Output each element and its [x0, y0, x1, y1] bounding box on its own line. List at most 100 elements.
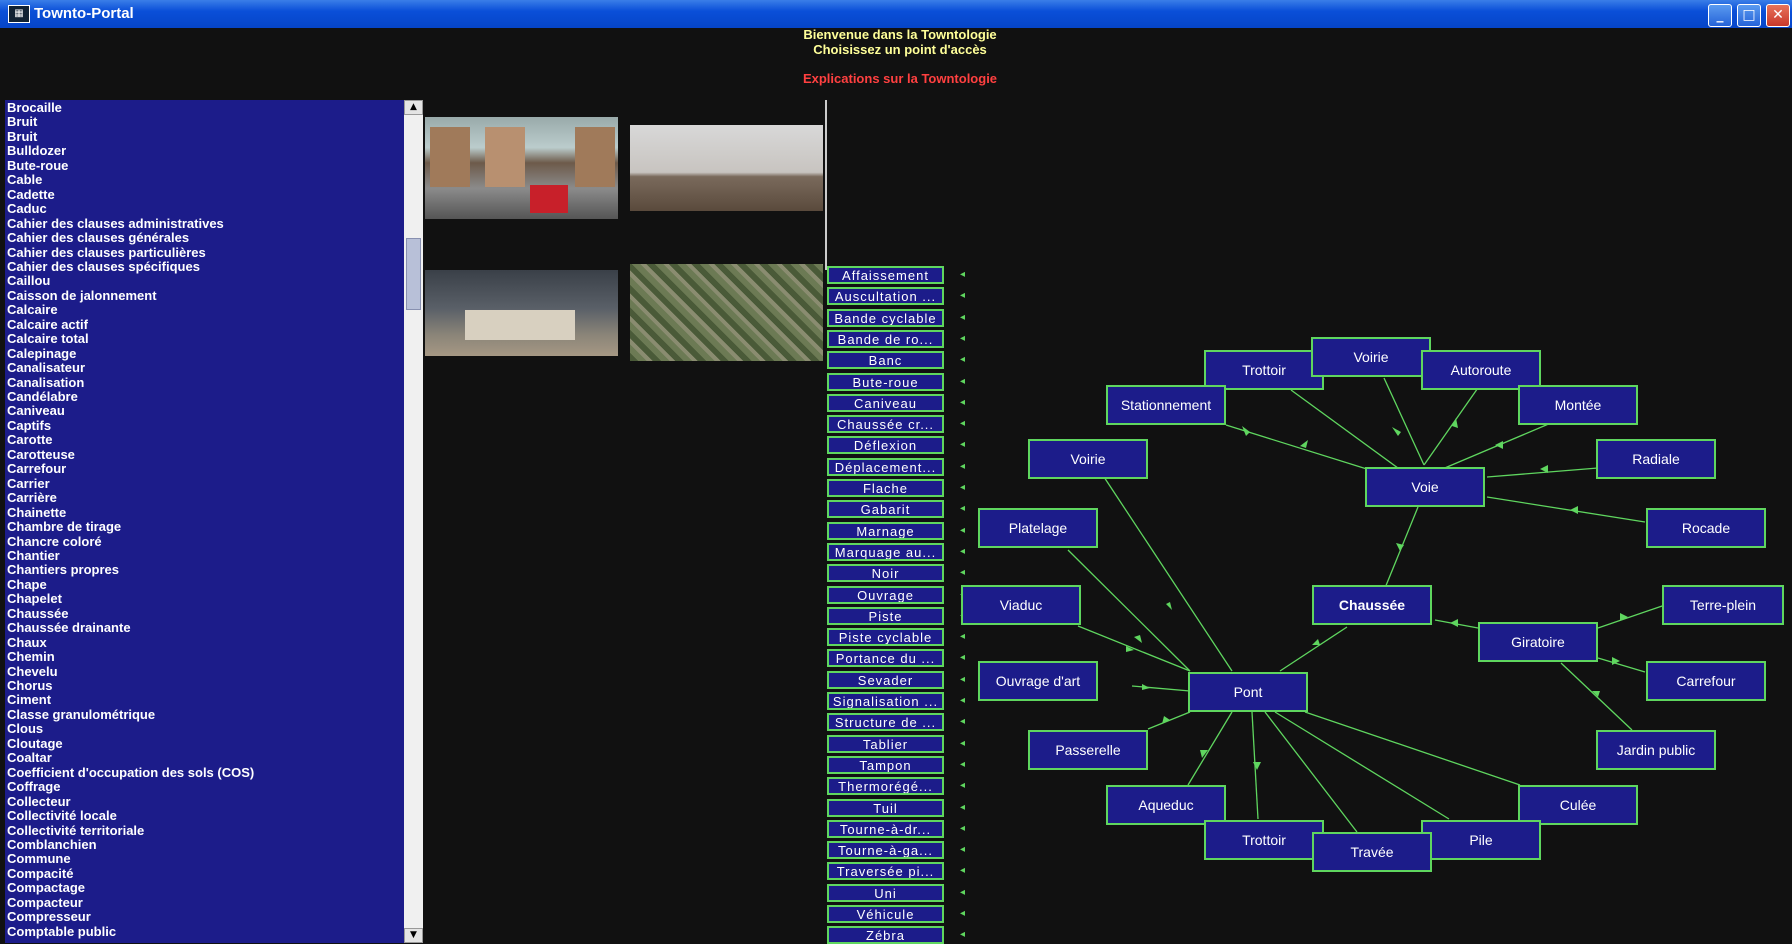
- related-term-button[interactable]: Bande de ro...: [827, 329, 944, 348]
- related-term-button[interactable]: Signalisation ...: [827, 692, 944, 710]
- term-list-item[interactable]: Cahier des clauses générales: [7, 230, 189, 245]
- explanation-link[interactable]: Explications sur la Towntologie: [0, 71, 1792, 86]
- related-term-button[interactable]: Chaussée cr...: [827, 415, 944, 434]
- related-term-button[interactable]: Caniveau: [827, 393, 944, 412]
- graph-node-rocade[interactable]: Rocade: [1646, 508, 1766, 548]
- term-list-item[interactable]: Collecteur: [7, 794, 71, 809]
- related-term-button[interactable]: Tampon: [827, 755, 944, 774]
- term-list-item[interactable]: Coaltar: [7, 750, 52, 765]
- graph-node-voirie-top[interactable]: Voirie: [1311, 337, 1431, 377]
- term-list-item[interactable]: Coefficient d'occupation des sols (COS): [7, 765, 254, 780]
- term-list-item[interactable]: Chaussée drainante: [7, 620, 131, 635]
- graph-node-autoroute[interactable]: Autoroute: [1421, 350, 1541, 390]
- term-list-item[interactable]: Chaux: [7, 635, 47, 650]
- related-term-button[interactable]: Déplacement...: [827, 457, 944, 476]
- related-term-button[interactable]: Piste: [827, 606, 944, 625]
- minimize-button[interactable]: _: [1708, 4, 1732, 27]
- term-list-item[interactable]: Bruit: [7, 129, 37, 144]
- term-list-item[interactable]: Chapelet: [7, 591, 62, 606]
- term-list-item[interactable]: Compactage: [7, 880, 85, 895]
- related-term-button[interactable]: Tablier: [827, 734, 944, 753]
- term-list-item[interactable]: Cadette: [7, 187, 55, 202]
- graph-node-terre-plein[interactable]: Terre-plein: [1662, 585, 1784, 625]
- term-list-item[interactable]: Chambre de tirage: [7, 519, 121, 534]
- related-term-button[interactable]: Tourne-à-ga...: [827, 841, 944, 860]
- term-list-item[interactable]: Clous: [7, 721, 43, 736]
- term-list-item[interactable]: Compacité: [7, 866, 73, 881]
- term-list-item[interactable]: Bute-roue: [7, 158, 68, 173]
- scroll-up-arrow-icon[interactable]: ▲: [404, 100, 423, 115]
- term-list-scrollbar[interactable]: ▲ ▼: [404, 100, 423, 943]
- term-list-item[interactable]: Calcaire: [7, 302, 58, 317]
- related-term-button[interactable]: Ouvrage: [827, 585, 944, 604]
- graph-node-stationnement[interactable]: Stationnement: [1106, 385, 1226, 425]
- graph-node-jardin-public[interactable]: Jardin public: [1596, 730, 1716, 770]
- term-list-item[interactable]: Compresseur: [7, 909, 91, 924]
- graph-node-carrefour[interactable]: Carrefour: [1646, 661, 1766, 701]
- graph-node-trottoir-bottom[interactable]: Trottoir: [1204, 820, 1324, 860]
- related-term-button[interactable]: Déflexion: [827, 436, 944, 455]
- graph-node-giratoire[interactable]: Giratoire: [1478, 622, 1598, 662]
- related-term-button[interactable]: Bande cyclable: [827, 308, 944, 327]
- graph-node-pont[interactable]: Pont: [1188, 672, 1308, 712]
- term-list-item[interactable]: Calepinage: [7, 346, 76, 361]
- monument-square-photo[interactable]: [425, 270, 618, 356]
- term-list-item[interactable]: Comblanchien: [7, 837, 97, 852]
- term-list-item[interactable]: Cahier des clauses spécifiques: [7, 259, 200, 274]
- term-list-item[interactable]: Comptable public: [7, 924, 116, 939]
- term-list-item[interactable]: Ciment: [7, 692, 51, 707]
- term-list-item[interactable]: Cahier des clauses administratives: [7, 216, 224, 231]
- close-button[interactable]: ✕: [1766, 4, 1790, 27]
- term-list-item[interactable]: Chaussée: [7, 606, 68, 621]
- term-list-item[interactable]: Caniveau: [7, 403, 65, 418]
- related-term-button[interactable]: Tourne-à-dr...: [827, 819, 944, 838]
- street-photo[interactable]: [425, 117, 618, 219]
- related-term-button[interactable]: Thermorégé...: [827, 777, 944, 796]
- term-list-item[interactable]: Chemin: [7, 649, 55, 664]
- related-term-button[interactable]: Sevader: [827, 670, 944, 689]
- term-list-item[interactable]: Collectivité territoriale: [7, 823, 144, 838]
- term-list-item[interactable]: Collectivité locale: [7, 808, 117, 823]
- graph-node-platelage[interactable]: Platelage: [978, 508, 1098, 548]
- term-list-item[interactable]: Chape: [7, 577, 47, 592]
- term-list-item[interactable]: Candélabre: [7, 389, 78, 404]
- term-list-item[interactable]: Cahier des clauses particulières: [7, 245, 206, 260]
- related-term-button[interactable]: Affaissement: [827, 266, 944, 284]
- graph-node-voie[interactable]: Voie: [1365, 467, 1485, 507]
- term-list-item[interactable]: Chantier: [7, 548, 60, 563]
- graph-node-montee[interactable]: Montée: [1518, 385, 1638, 425]
- related-term-button[interactable]: Zébra: [827, 926, 944, 944]
- scroll-down-arrow-icon[interactable]: ▼: [404, 928, 423, 943]
- term-list-item[interactable]: Chevelu: [7, 664, 58, 679]
- maximize-button[interactable]: □: [1737, 4, 1761, 27]
- related-term-button[interactable]: Banc: [827, 351, 944, 370]
- graph-node-trottoir-top[interactable]: Trottoir: [1204, 350, 1324, 390]
- term-list-item[interactable]: Cloutage: [7, 736, 63, 751]
- scroll-thumb[interactable]: [406, 238, 421, 310]
- related-term-button[interactable]: Tuil: [827, 798, 944, 817]
- term-list-item[interactable]: Canalisation: [7, 375, 84, 390]
- term-list-item[interactable]: Caillou: [7, 273, 50, 288]
- graph-node-aqueduc[interactable]: Aqueduc: [1106, 785, 1226, 825]
- term-list-item[interactable]: Bulldozer: [7, 143, 66, 158]
- term-list-item[interactable]: Brocaille: [7, 100, 62, 115]
- related-term-button[interactable]: Uni: [827, 883, 944, 902]
- graph-node-chaussee-center[interactable]: Chaussée: [1312, 585, 1432, 625]
- city-skyline-photo[interactable]: [630, 125, 823, 211]
- related-term-button[interactable]: Bute-roue: [827, 372, 944, 391]
- term-list-item[interactable]: Coffrage: [7, 779, 60, 794]
- term-list-item[interactable]: Cable: [7, 172, 42, 187]
- term-list-item[interactable]: Classe granulométrique: [7, 707, 155, 722]
- term-list-item[interactable]: Caduc: [7, 201, 47, 216]
- related-term-button[interactable]: Marnage: [827, 521, 944, 540]
- term-list-item[interactable]: Caisson de jalonnement: [7, 288, 157, 303]
- related-term-button[interactable]: Gabarit: [827, 500, 944, 519]
- term-list-item[interactable]: Compacteur: [7, 895, 83, 910]
- graph-node-voirie-left[interactable]: Voirie: [1028, 439, 1148, 479]
- related-term-button[interactable]: Noir: [827, 564, 944, 583]
- related-term-button[interactable]: Auscultation ...: [827, 287, 944, 306]
- related-term-button[interactable]: Piste cyclable: [827, 628, 944, 647]
- term-list-item[interactable]: Chancre coloré: [7, 534, 102, 549]
- term-list-item[interactable]: Canalisateur: [7, 360, 85, 375]
- term-list[interactable]: Brocaille Bruit Bruit Bulldozer Bute-roue Cab…: [5, 100, 405, 943]
